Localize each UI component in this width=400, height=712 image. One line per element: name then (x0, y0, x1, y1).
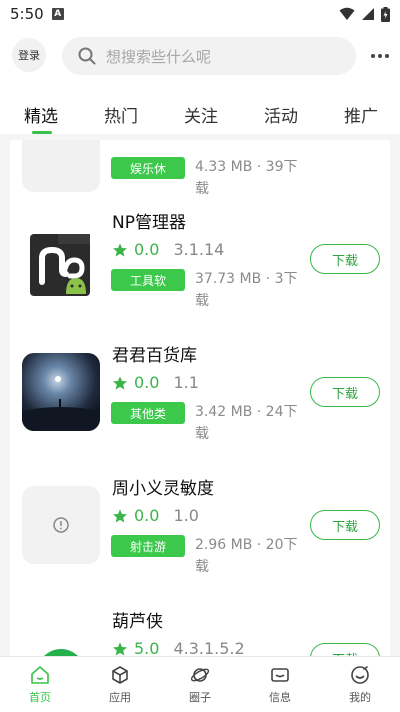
rating-row: 0.0 1.0 (112, 506, 199, 525)
category-tag: 娱乐休 (111, 157, 185, 179)
search-input[interactable]: 想搜索些什么呢 (62, 37, 356, 75)
nav-label: 信息 (269, 691, 291, 704)
app-version: 3.1.14 (173, 240, 225, 259)
category-tag: 其他类 (111, 402, 185, 424)
rating-row: 0.0 3.1.14 (112, 240, 224, 259)
status-bar: 5:50 A (0, 0, 400, 28)
placeholder-app-icon (22, 486, 100, 564)
app-size-downloads: 3.42 MB · 24下 (195, 404, 298, 420)
star-icon (113, 641, 127, 656)
app-rating: 0.0 (134, 240, 160, 259)
status-icons (339, 6, 390, 22)
nav-label: 我的 (349, 691, 371, 704)
login-button[interactable]: 登录 (12, 38, 46, 72)
download-button[interactable]: 下载 (310, 377, 380, 407)
status-time: 5:50 (10, 5, 44, 23)
app-meta-suffix: 载 (195, 181, 209, 197)
app-size-downloads: 4.33 MB · 39下 (195, 159, 298, 175)
smile-icon (351, 666, 369, 684)
signal-icon (362, 8, 374, 20)
tab-events[interactable]: 活动 (264, 102, 298, 127)
search-icon (78, 47, 96, 65)
junjun-app-icon (22, 353, 100, 431)
nav-messages[interactable]: 信息 (250, 665, 310, 705)
nav-profile[interactable]: 我的 (330, 665, 390, 705)
rating-row: 0.0 1.1 (112, 373, 199, 392)
tab-promo[interactable]: 推广 (344, 102, 378, 127)
more-dots-icon[interactable] (366, 42, 394, 70)
list-item[interactable]: 君君百货库 0.0 1.1 其他类 3.42 MB · 24下 载 下载 (10, 335, 390, 467)
app-meta: 3.42 MB · 24下 载 (195, 401, 305, 445)
nav-home[interactable]: 首页 (10, 665, 70, 705)
app-meta: 37.73 MB · 3下 载 (195, 268, 305, 312)
list-item[interactable]: 葫芦侠 5.0 4.3.1.5.2 下载 (10, 601, 390, 660)
list-item[interactable]: 周小义灵敏度 0.0 1.0 射击游 2.96 MB · 20下 载 下载 (10, 468, 390, 600)
star-icon (113, 508, 127, 523)
search-placeholder: 想搜索些什么呢 (106, 47, 212, 66)
battery-icon (381, 6, 390, 22)
app-name: 君君百货库 (112, 346, 197, 366)
huluxia-app-icon (22, 623, 100, 660)
tab-featured[interactable]: 精选 (24, 102, 58, 127)
star-icon (113, 375, 127, 390)
app-rating: 0.0 (134, 506, 160, 525)
message-icon (271, 668, 289, 682)
category-tag: 工具软 (111, 269, 185, 291)
np-manager-app-icon (22, 224, 100, 302)
home-icon (31, 666, 49, 684)
list-item[interactable]: 娱乐休 4.33 MB · 39下 载 (10, 140, 390, 197)
download-button[interactable]: 下载 (310, 244, 380, 274)
app-name: 葫芦侠 (112, 612, 163, 632)
app-rating: 0.0 (134, 373, 160, 392)
top-header: 登录 想搜索些什么呢 (0, 32, 400, 80)
app-name: NP管理器 (112, 213, 186, 233)
nav-label: 应用 (109, 691, 131, 704)
app-version: 1.1 (173, 373, 199, 392)
nav-circle[interactable]: 圈子 (170, 665, 230, 705)
app-icon (22, 140, 100, 192)
app-meta-suffix: 载 (195, 426, 209, 442)
category-tabs: 精选 热门 关注 活动 推广 (0, 94, 400, 134)
wifi-icon (339, 7, 355, 20)
nav-label: 首页 (29, 691, 51, 704)
bottom-nav: 首页 应用 圈子 信息 我的 (0, 656, 400, 712)
list-item[interactable]: NP管理器 0.0 3.1.14 工具软 37.73 MB · 3下 载 下载 (10, 202, 390, 334)
category-tag: 射击游 (111, 535, 185, 557)
app-meta: 4.33 MB · 39下 载 (195, 156, 305, 200)
planet-icon (190, 668, 210, 682)
app-list: 娱乐休 4.33 MB · 39下 载 NP管理器 0.0 3.1.14 工具软… (10, 140, 390, 660)
tab-hot[interactable]: 热门 (104, 102, 138, 127)
tab-follow[interactable]: 关注 (184, 102, 218, 127)
nav-apps[interactable]: 应用 (90, 665, 150, 705)
app-meta: 2.96 MB · 20下 载 (195, 534, 305, 578)
app-meta-suffix: 载 (195, 293, 209, 309)
nav-label: 圈子 (189, 691, 211, 704)
star-icon (113, 242, 127, 257)
app-name: 周小义灵敏度 (112, 479, 214, 499)
cube-icon (112, 666, 128, 684)
app-size-downloads: 37.73 MB · 3下 (195, 271, 298, 287)
notification-icon: A (51, 8, 64, 20)
app-meta-suffix: 载 (195, 559, 209, 575)
app-version: 1.0 (173, 506, 199, 525)
download-button[interactable]: 下载 (310, 510, 380, 540)
app-size-downloads: 2.96 MB · 20下 (195, 537, 298, 553)
